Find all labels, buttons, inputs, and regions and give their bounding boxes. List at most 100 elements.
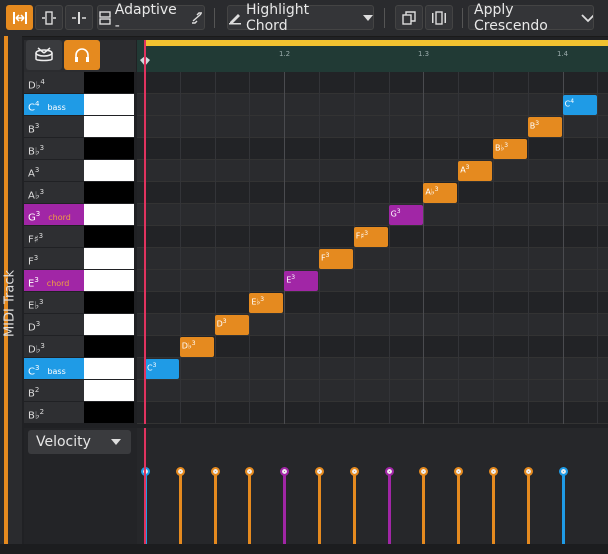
white-key[interactable] <box>84 358 134 379</box>
velocity-stem[interactable] <box>213 472 217 544</box>
key-name: B♭ <box>28 410 40 422</box>
piano-key-row: D♭4 <box>24 72 134 94</box>
midi-note[interactable]: C3 <box>145 359 179 379</box>
key-octave: 3 <box>40 342 45 350</box>
white-key[interactable] <box>84 270 134 291</box>
drum-mode-button[interactable] <box>26 40 62 70</box>
white-key[interactable] <box>84 94 134 115</box>
note-octave: 3 <box>535 120 540 127</box>
velocity-stem[interactable] <box>283 472 287 544</box>
midi-note[interactable]: B3 <box>527 117 562 137</box>
grid-beat-line <box>597 72 599 424</box>
split-tool-button[interactable] <box>65 5 93 30</box>
velocity-handle[interactable] <box>280 467 290 476</box>
chevron-down-icon <box>581 13 593 22</box>
velocity-handle[interactable] <box>454 467 464 476</box>
highlight-chord-dropdown[interactable]: Highlight Chord <box>227 2 374 34</box>
white-key[interactable] <box>84 160 134 181</box>
key-octave: 3 <box>39 188 45 196</box>
grid-row <box>137 138 608 160</box>
grid-beat-line <box>249 72 251 424</box>
piano-key-row: A♭3 <box>24 182 134 204</box>
velocity-handle[interactable] <box>384 467 394 476</box>
white-key[interactable] <box>84 380 134 401</box>
snap-adaptive-button[interactable]: Adaptive - <box>97 2 205 34</box>
black-key[interactable] <box>84 138 134 159</box>
black-key[interactable] <box>84 226 134 247</box>
velocity-handle[interactable] <box>489 467 498 476</box>
fit-button[interactable] <box>425 5 453 30</box>
playhead[interactable] <box>144 40 146 424</box>
velocity-stem[interactable] <box>561 472 565 544</box>
velocity-stem[interactable] <box>492 472 495 544</box>
timeline-ruler[interactable]: 1.2 1.3 1.4 <box>137 40 608 72</box>
velocity-grid[interactable] <box>137 428 608 544</box>
black-key[interactable] <box>84 182 134 203</box>
white-key[interactable] <box>84 116 134 137</box>
velocity-handle[interactable] <box>210 467 220 476</box>
white-key[interactable] <box>84 204 134 225</box>
piano-key-row: B♭2 <box>24 402 134 424</box>
key-label: C4 bass <box>24 94 84 115</box>
stretch-tool-button[interactable] <box>6 5 33 30</box>
duplicate-button[interactable] <box>395 5 423 30</box>
loop-range-bar[interactable] <box>145 40 608 46</box>
velocity-handle[interactable] <box>349 467 359 476</box>
grid-row <box>137 380 608 402</box>
midi-note[interactable]: A3 <box>458 161 493 181</box>
midi-note[interactable]: F♯3 <box>353 227 388 247</box>
white-key[interactable] <box>84 314 134 335</box>
velocity-handle[interactable] <box>315 467 324 476</box>
velocity-handle[interactable] <box>419 467 429 476</box>
black-key[interactable] <box>84 336 134 357</box>
velocity-stem[interactable] <box>422 472 426 544</box>
midi-note[interactable]: F3 <box>319 249 353 269</box>
velocity-handle[interactable] <box>175 467 185 476</box>
key-label: A♭3 <box>24 182 84 203</box>
key-octave: 2 <box>39 408 45 416</box>
velocity-stem[interactable] <box>526 472 530 544</box>
black-key[interactable] <box>84 292 134 313</box>
key-name: C <box>28 102 35 114</box>
grid-row <box>137 94 608 116</box>
midi-note[interactable]: E♭3 <box>249 293 284 313</box>
note-label: A♭ <box>425 187 435 197</box>
piano-key-row: B2 <box>24 380 134 402</box>
midi-note[interactable]: G3 <box>388 205 423 225</box>
listen-notes-button[interactable] <box>64 40 100 70</box>
midi-note[interactable]: B♭3 <box>493 139 527 159</box>
velocity-stem[interactable] <box>318 472 321 544</box>
velocity-handle[interactable] <box>523 467 533 476</box>
velocity-stem[interactable] <box>248 472 252 544</box>
velocity-stem[interactable] <box>178 472 182 544</box>
midi-note[interactable]: D♭3 <box>179 337 214 357</box>
black-key[interactable] <box>84 72 134 93</box>
velocity-stem[interactable] <box>352 472 356 544</box>
key-name: D♭ <box>28 80 41 92</box>
note-label: F♯ <box>355 231 365 241</box>
grid-row <box>137 160 608 182</box>
note-grid[interactable]: 1.2 1.3 1.4 C3 D♭3 D3 E♭3 E3 F3 F♯3 G3 A♭3 A3 B♭3 B… <box>137 40 608 424</box>
black-key[interactable] <box>84 402 134 423</box>
midi-note[interactable]: C4 <box>562 95 597 115</box>
white-key[interactable] <box>84 248 134 269</box>
note-label: D♭ <box>181 341 192 351</box>
bottom-bar <box>0 544 608 554</box>
midi-note[interactable]: E3 <box>284 271 319 291</box>
note-label: B♭ <box>495 143 505 153</box>
velocity-stem[interactable] <box>387 472 391 544</box>
grid-beat-line <box>423 72 425 424</box>
velocity-handle[interactable] <box>558 467 568 476</box>
key-label: F♯3 <box>24 226 84 247</box>
velocity-handle[interactable] <box>245 467 255 476</box>
velocity-select[interactable]: Velocity <box>28 430 131 454</box>
link-icon <box>192 11 203 24</box>
key-label: A3 <box>24 160 84 181</box>
apply-crescendo-dropdown[interactable]: Apply Crescendo <box>468 2 594 34</box>
compress-tool-button[interactable] <box>35 5 63 30</box>
chevron-down-icon <box>111 439 121 445</box>
midi-note[interactable]: A♭3 <box>423 183 458 203</box>
key-octave: 3 <box>39 144 45 152</box>
midi-note[interactable]: D3 <box>214 315 249 335</box>
velocity-stem[interactable] <box>457 472 461 544</box>
